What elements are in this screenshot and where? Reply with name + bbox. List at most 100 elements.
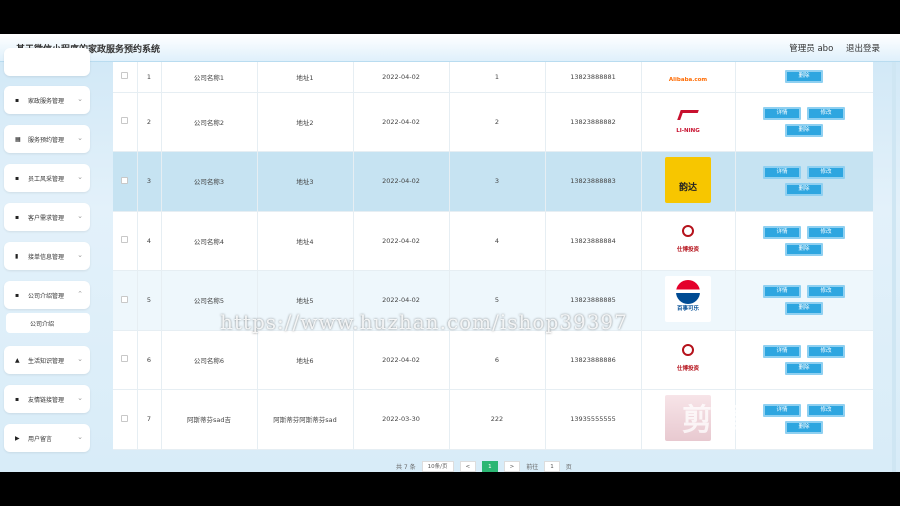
row-checkbox[interactable] [121, 355, 129, 363]
row-checkbox[interactable] [121, 72, 129, 80]
table-row[interactable]: 4 公司名称4 地址4 2022-04-02 4 13823888884 仕博投资 详情 修改删… [113, 211, 873, 271]
cell-date: 2022-04-02 [353, 62, 450, 93]
cell-no: 7 [137, 389, 162, 450]
detail-button[interactable]: 详情 [763, 285, 801, 299]
sidebar-item-partial[interactable] [4, 48, 90, 76]
delete-button[interactable]: 删除 [785, 242, 823, 256]
sidebar-item-company[interactable]: ▪ 公司介绍管理 ⌃ [4, 281, 90, 309]
sidebar-item-staff[interactable]: ▪ 员工风采管理 ⌄ [4, 164, 90, 192]
sidebar-subitem-company-intro[interactable]: 公司介绍 [6, 313, 90, 333]
user-name[interactable]: 管理员 abo [789, 44, 833, 54]
row-checkbox[interactable] [121, 414, 129, 422]
company-logo-text: 仕博投资 [676, 246, 699, 253]
goto-label: 前往 [526, 464, 539, 471]
row-checkbox[interactable] [121, 236, 129, 244]
logout-link[interactable]: 退出登录 [846, 44, 880, 54]
cell-company-name: 公司名称3 [161, 151, 258, 212]
cell-phone: 13823888881 [545, 62, 642, 93]
delete-button[interactable]: 删除 [785, 361, 823, 375]
cell-count: 4 [449, 211, 546, 271]
sidebar: ▪ 家政服务管理 ⌄ ▦ 服务预约管理 ⌄ ▪ 员工风采管理 ⌄ ▪ 客户需求管… [0, 48, 96, 472]
company-logo-text: 仕博投资 [676, 365, 699, 372]
sidebar-item-housekeeping[interactable]: ▪ 家政服务管理 ⌄ [4, 86, 90, 114]
row-checkbox-cell [113, 211, 138, 271]
table-row[interactable]: 6 公司名称6 地址6 2022-04-02 6 13823888886 仕博投资 详情 修改删… [113, 330, 873, 390]
cell-phone: 13823888883 [545, 151, 642, 212]
delete-button[interactable]: 删除 [785, 70, 823, 84]
row-checkbox[interactable] [121, 176, 129, 184]
menu-icon: ▪ [15, 292, 20, 299]
sidebar-item-label: 员工风采管理 [28, 176, 65, 183]
sidebar-item-links[interactable]: ▪ 友情链接管理 ⌄ [4, 385, 90, 413]
sidebar-item-customer-needs[interactable]: ▪ 客户需求管理 ⌄ [4, 203, 90, 231]
chevron-down-icon: ⌄ [77, 173, 83, 181]
detail-button[interactable]: 详情 [763, 225, 801, 239]
edit-button[interactable]: 修改 [807, 285, 845, 299]
cell-date: 2022-04-02 [353, 330, 450, 390]
edit-button[interactable]: 修改 [807, 225, 845, 239]
delete-button[interactable]: 删除 [785, 123, 823, 137]
edit-button[interactable]: 修改 [807, 404, 845, 418]
cell-actions: 详情 修改删除 [735, 330, 873, 390]
table-row[interactable]: 2 公司名称2 地址2 2022-04-02 2 13823888882 LI-NING 详情… [113, 92, 873, 152]
delete-button[interactable]: 删除 [785, 183, 823, 197]
row-checkbox[interactable] [121, 117, 129, 125]
sidebar-item-knowledge[interactable]: ▲ 生活知识管理 ⌄ [4, 346, 90, 374]
chevron-down-icon: ⌄ [77, 134, 83, 142]
row-checkbox-cell [113, 330, 138, 390]
chevron-up-icon: ⌃ [77, 290, 83, 298]
total-count: 共 7 条 [396, 464, 416, 471]
edit-button[interactable]: 修改 [807, 106, 845, 120]
row-checkbox-cell [113, 151, 138, 212]
goto-page-input[interactable]: 1 [544, 461, 560, 472]
delete-button[interactable]: 删除 [785, 421, 823, 435]
cell-no: 5 [137, 270, 162, 331]
table-row[interactable]: 3 公司名称3 地址3 2022-04-02 3 13823888883 韵达 详情 修改 删除 [113, 151, 873, 212]
pepsi-globe-icon [676, 280, 700, 305]
table-row[interactable]: 1 公司名称1 地址1 2022-04-02 1 13823888881 Alibaba.c… [113, 62, 873, 93]
detail-button[interactable]: 详情 [763, 166, 801, 180]
page-suffix: 页 [565, 464, 572, 471]
chevron-down-icon: ⌄ [77, 394, 83, 402]
table-row[interactable]: 7 阿斯蒂芬sad吉 阿斯蒂芬阿斯蒂芬sad 2022-03-30 222 1393555… [113, 389, 873, 450]
menu-icon: ▪ [15, 97, 20, 104]
cell-no: 3 [137, 151, 162, 212]
cell-logo: LI-NING [641, 92, 736, 152]
company-logo-text: 韵达 [678, 183, 697, 194]
cell-date: 2022-04-02 [353, 92, 450, 152]
cell-actions: 详情 修改删除 [735, 92, 873, 152]
company-table: 1 公司名称1 地址1 2022-04-02 1 13823888881 Alibaba.c… [113, 62, 873, 450]
page-size-select[interactable]: 10条/页 [421, 461, 454, 472]
prev-page-button[interactable]: < [459, 461, 477, 472]
sidebar-item-orders[interactable]: ▮ 接单信息管理 ⌄ [4, 242, 90, 270]
company-seal-icon [682, 224, 694, 237]
detail-button[interactable]: 详情 [763, 404, 801, 418]
edit-button[interactable]: 修改 [807, 344, 845, 358]
row-checkbox-cell [113, 92, 138, 152]
cell-phone: 13935555555 [545, 389, 642, 450]
detail-button[interactable]: 详情 [763, 344, 801, 358]
next-page-button[interactable]: > [503, 461, 521, 472]
scrollbar[interactable] [892, 62, 896, 472]
edit-button[interactable]: 修改 [807, 166, 845, 180]
detail-button[interactable]: 详情 [763, 106, 801, 120]
chevron-down-icon: ⌄ [77, 251, 83, 259]
cell-count: 1 [449, 62, 546, 93]
cell-count: 222 [449, 389, 546, 450]
delete-button[interactable]: 删除 [785, 302, 823, 316]
company-seal-icon [682, 343, 694, 356]
company-logo-text: Alibaba.com [668, 76, 708, 83]
sidebar-item-booking[interactable]: ▦ 服务预约管理 ⌄ [4, 125, 90, 153]
sidebar-item-messages[interactable]: ▶ 用户留言 ⌄ [4, 424, 90, 452]
row-checkbox[interactable] [121, 295, 129, 303]
sidebar-item-label: 公司介绍管理 [28, 293, 65, 300]
cell-count: 6 [449, 330, 546, 390]
cell-phone: 13823888882 [545, 92, 642, 152]
row-checkbox-cell [113, 270, 138, 331]
cell-count: 3 [449, 151, 546, 212]
cell-phone: 13823888886 [545, 330, 642, 390]
lining-swoosh-icon [677, 109, 699, 120]
cell-address: 阿斯蒂芬阿斯蒂芬sad [257, 389, 354, 450]
page-number-current[interactable]: 1 [482, 461, 498, 472]
menu-icon: ▪ [15, 175, 20, 182]
